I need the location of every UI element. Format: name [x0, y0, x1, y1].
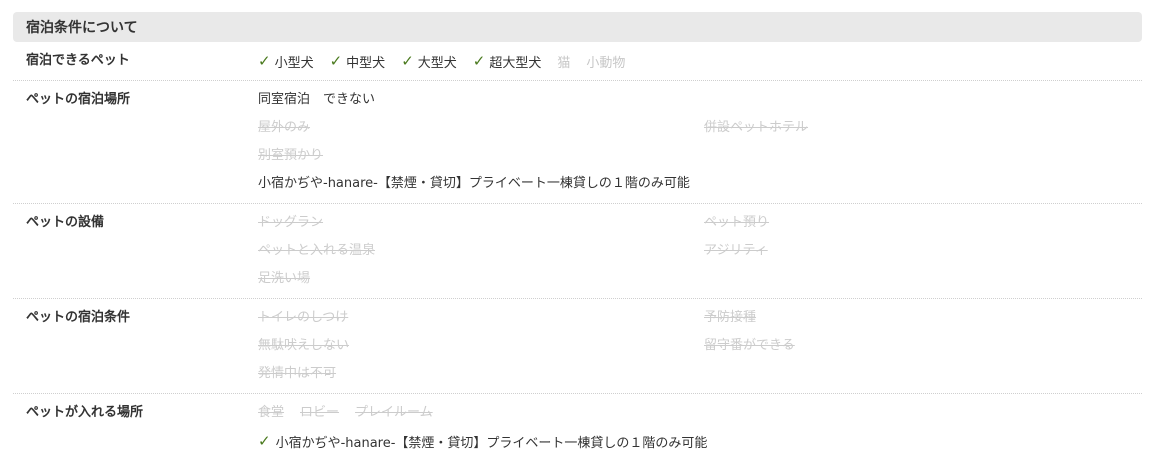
area-dining: 食堂	[258, 405, 285, 420]
check-icon: ✓	[401, 52, 414, 70]
pet-large-dog: ✓ 大型犬	[401, 52, 457, 71]
pet-small-animal: 小動物	[586, 55, 626, 71]
row-areas: ペットが入れる場所 食堂 ロビー プレイルーム ✓ 小宿かぢや-hanare-【…	[13, 394, 1142, 455]
row-pets: 宿泊できるペット ✓ 小型犬 ✓ 中型犬 ✓ 大型犬 ✓ 超大型犬 猫 小動物	[13, 42, 1142, 81]
area-list: 食堂 ロビー プレイルーム	[258, 399, 1142, 427]
facility-pet-sitting: ペット預り	[704, 215, 770, 230]
check-icon: ✓	[258, 52, 271, 70]
pet-xlarge-dog: ✓ 超大型犬	[472, 52, 542, 71]
outdoor-only: 屋外のみ	[258, 120, 311, 135]
row-label-facilities: ペットの設備	[26, 215, 105, 230]
condition-no-barking: 無駄吠えしない	[258, 338, 350, 353]
facility-agility: アジリティ	[704, 243, 768, 258]
row-conditions: ペットの宿泊条件 トイレのしつけ 予防接種 無駄吠えしない 留守番ができる 発情…	[13, 299, 1142, 394]
condition-vaccinated: 予防接種	[704, 310, 757, 325]
pet-medium-dog: ✓ 中型犬	[329, 52, 386, 71]
pet-conditions-panel: 宿泊条件について 宿泊できるペット ✓ 小型犬 ✓ 中型犬 ✓ 大型犬 ✓ 超大型犬 猫…	[13, 12, 1142, 455]
row-facilities: ペットの設備 ドッグラン ペット預り ペットと入れる温泉 アジリティ 足洗い場	[13, 204, 1142, 299]
pet-small-dog: ✓ 小型犬	[258, 52, 314, 71]
facility-pet-hot-spring: ペットと入れる温泉	[258, 243, 376, 258]
pet-type-list: ✓ 小型犬 ✓ 中型犬 ✓ 大型犬 ✓ 超大型犬 猫 小動物	[258, 47, 1142, 75]
facility-dog-run: ドッグラン	[258, 215, 324, 230]
row-label-pets: 宿泊できるペット	[26, 53, 130, 68]
row-label-areas: ペットが入れる場所	[26, 405, 144, 420]
area-allowed-text: 小宿かぢや-hanare-【禁煙・貸切】プライベート一棟貸しの１階のみ可能	[275, 435, 708, 451]
check-icon: ✓	[472, 52, 486, 70]
condition-stay-alone: 留守番ができる	[704, 338, 795, 353]
condition-toilet-trained: トイレのしつけ	[258, 310, 349, 325]
area-allowed: ✓ 小宿かぢや-hanare-【禁煙・貸切】プライベート一棟貸しの１階のみ可能	[258, 427, 1142, 455]
check-icon: ✓	[258, 432, 271, 450]
same-room-status: 同室宿泊 できない	[258, 92, 376, 107]
pet-cat: 猫	[557, 55, 571, 71]
area-lobby: ロビー	[300, 405, 340, 420]
row-label-conditions: ペットの宿泊条件	[26, 310, 131, 325]
row-label-stay-place: ペットの宿泊場所	[26, 92, 131, 107]
stay-place-note: 小宿かぢや-hanare-【禁煙・貸切】プライベート一棟貸しの１階のみ可能	[258, 176, 690, 191]
pet-hotel: 併設ペットホテル	[704, 120, 809, 135]
condition-no-heat: 発情中は不可	[258, 366, 337, 381]
facility-foot-wash: 足洗い場	[258, 271, 311, 286]
separate-room: 別室預かり	[258, 148, 324, 163]
check-icon: ✓	[329, 52, 343, 70]
area-playroom: プレイルーム	[355, 405, 433, 420]
section-title: 宿泊条件について	[13, 12, 1142, 42]
row-stay-place: ペットの宿泊場所 同室宿泊 できない 屋外のみ 併設ペットホテル 別室預かり 小…	[13, 81, 1142, 204]
